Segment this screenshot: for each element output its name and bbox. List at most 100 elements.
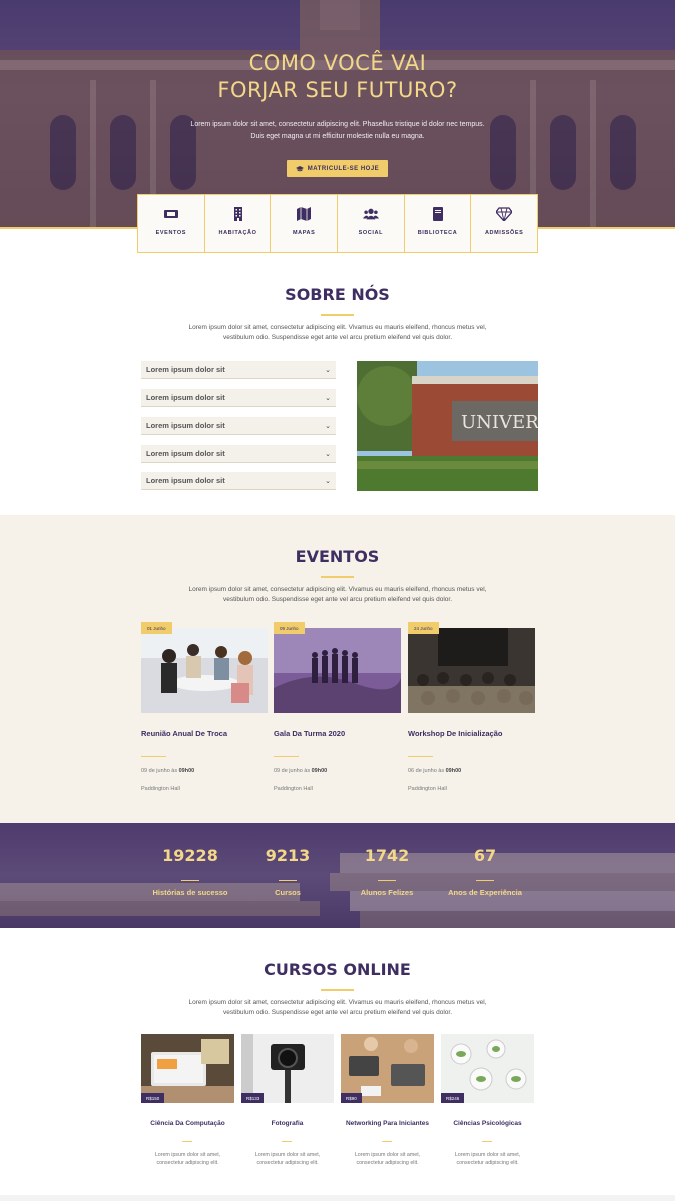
event-date-badge: 01 Junho <box>141 622 172 634</box>
campus-image: UNIVERSIT <box>357 361 538 491</box>
event-time: 09 de junho às 09h00 <box>141 768 194 774</box>
stat-divider <box>476 880 494 881</box>
campus-sign-text: UNIVERSIT <box>461 412 538 433</box>
hero-title-line1: COMO VOCÊ VAI <box>248 51 427 75</box>
event-image[interactable] <box>274 628 401 713</box>
enroll-button[interactable]: MATRICULE-SE HOJE <box>287 160 388 177</box>
stat-label: Histórias de sucesso <box>152 888 228 897</box>
feature-admissions[interactable]: ADMISSÕES <box>471 195 537 252</box>
course-text: Lorem ipsum dolor sit amet, consectetur … <box>354 1152 421 1166</box>
stat-label: Anos de Experiência <box>448 888 522 897</box>
ticket-icon <box>163 210 178 218</box>
graduation-cap-icon <box>295 165 304 171</box>
hero-title-line2: FORJAR SEU FUTURO? <box>217 78 458 102</box>
accordion-label: Lorem ipsum dolor sit <box>146 421 225 430</box>
accordion-item[interactable]: Lorem ipsum dolor sit ⌄ <box>141 445 336 463</box>
event-title[interactable]: Reunião Anual De Troca <box>141 729 227 738</box>
course-divider <box>182 1141 192 1142</box>
stat-divider <box>279 880 297 881</box>
footer-strip <box>0 1195 675 1201</box>
stat-divider <box>181 880 199 881</box>
event-time-prefix: 09 de junho às <box>141 768 178 774</box>
feature-events[interactable]: EVENTOS <box>138 195 205 252</box>
stats-section <box>0 823 675 928</box>
map-icon <box>297 207 312 221</box>
accordion-label: Lorem ipsum dolor sit <box>146 449 225 458</box>
chevron-down-icon: ⌄ <box>325 477 331 485</box>
stat-number: 19228 <box>162 846 218 865</box>
event-divider <box>408 756 433 757</box>
accordion-item[interactable]: Lorem ipsum dolor sit ⌄ <box>141 417 336 435</box>
event-image[interactable] <box>141 628 268 713</box>
feature-label: EVENTOS <box>155 230 187 236</box>
hero-title: COMO VOCÊ VAI FORJAR SEU FUTURO? <box>0 50 675 104</box>
courses-title: CURSOS ONLINE <box>264 960 411 979</box>
course-title[interactable]: Fotografia <box>241 1120 334 1127</box>
event-title[interactable]: Workshop De Inicialização <box>408 729 502 738</box>
course-text: Lorem ipsum dolor sit amet, consectetur … <box>154 1152 221 1166</box>
stat-label: Cursos <box>275 888 301 897</box>
feature-nav: EVENTOS HABITAÇÃO MAPAS SOCIAL BIBLIOTEC… <box>137 194 538 253</box>
hero-text: Lorem ipsum dolor sit amet, consectetur … <box>190 121 485 140</box>
event-divider <box>141 756 166 757</box>
chevron-down-icon: ⌄ <box>325 394 331 402</box>
books-background-image <box>0 853 675 928</box>
course-title[interactable]: Networking Para Iniciantes <box>341 1120 434 1127</box>
accordion-label: Lorem ipsum dolor sit <box>146 393 225 402</box>
event-title[interactable]: Gala Da Turma 2020 <box>274 729 345 738</box>
event-time-prefix: 09 de junho às <box>274 768 311 774</box>
event-date-badge: 09 Junho <box>274 622 305 634</box>
course-price-badge: R$133 <box>241 1093 265 1103</box>
event-time-value: 09h00 <box>178 768 195 774</box>
course-price-badge: R$150 <box>141 1093 165 1103</box>
event-time: 09 de junho às 09h00 <box>274 768 327 774</box>
event-time-prefix: 06 de junho às <box>408 768 445 774</box>
feature-label: BIBLIOTECA <box>417 230 458 236</box>
event-place: Paddington Hall <box>274 786 313 792</box>
course-title[interactable]: Ciência Da Computação <box>141 1120 234 1127</box>
about-title: SOBRE NÓS <box>285 285 390 304</box>
feature-label: ADMISSÕES <box>484 230 524 236</box>
event-place: Paddington Hall <box>408 786 447 792</box>
events-text: Lorem ipsum dolor sit amet, consectetur … <box>188 586 487 603</box>
course-divider <box>282 1141 292 1142</box>
event-divider <box>274 756 299 757</box>
accordion-item[interactable]: Lorem ipsum dolor sit ⌄ <box>141 361 336 379</box>
course-divider <box>382 1141 392 1142</box>
book-icon <box>432 207 443 221</box>
feature-label: HABITAÇÃO <box>218 230 257 236</box>
event-image[interactable] <box>408 628 535 713</box>
feature-housing[interactable]: HABITAÇÃO <box>205 195 272 252</box>
events-title-bar <box>321 576 354 578</box>
accordion-item[interactable]: Lorem ipsum dolor sit ⌄ <box>141 472 336 490</box>
chevron-down-icon: ⌄ <box>325 422 331 430</box>
event-place: Paddington Hall <box>141 786 180 792</box>
chevron-down-icon: ⌄ <box>325 366 331 374</box>
stat-divider <box>378 880 396 881</box>
feature-library[interactable]: BIBLIOTECA <box>405 195 472 252</box>
stat-number: 1742 <box>364 846 410 865</box>
enroll-button-label: MATRICULE-SE HOJE <box>307 165 380 172</box>
feature-social[interactable]: SOCIAL <box>338 195 405 252</box>
feature-label: SOCIAL <box>358 230 384 236</box>
accordion-item[interactable]: Lorem ipsum dolor sit ⌄ <box>141 389 336 407</box>
users-icon <box>362 208 379 220</box>
course-text: Lorem ipsum dolor sit amet, consectetur … <box>254 1152 321 1166</box>
courses-text: Lorem ipsum dolor sit amet, consectetur … <box>188 999 487 1016</box>
stat-label: Alunos Felizes <box>360 888 414 897</box>
diamond-icon <box>496 207 513 221</box>
stat-number: 9213 <box>265 846 311 865</box>
course-title[interactable]: Ciências Psicológicas <box>441 1120 534 1127</box>
course-price-badge: R$246 <box>441 1093 465 1103</box>
events-title: EVENTOS <box>295 547 380 566</box>
accordion-label: Lorem ipsum dolor sit <box>146 476 225 485</box>
accordion-label: Lorem ipsum dolor sit <box>146 365 225 374</box>
about-title-bar <box>321 314 354 316</box>
feature-maps[interactable]: MAPAS <box>271 195 339 252</box>
course-divider <box>482 1141 492 1142</box>
stat-number: 67 <box>473 846 497 865</box>
event-time: 06 de junho às 09h00 <box>408 768 461 774</box>
event-date-badge: 24 Junho <box>408 622 439 634</box>
courses-title-bar <box>321 989 354 991</box>
about-text: Lorem ipsum dolor sit amet, consectetur … <box>188 324 487 341</box>
